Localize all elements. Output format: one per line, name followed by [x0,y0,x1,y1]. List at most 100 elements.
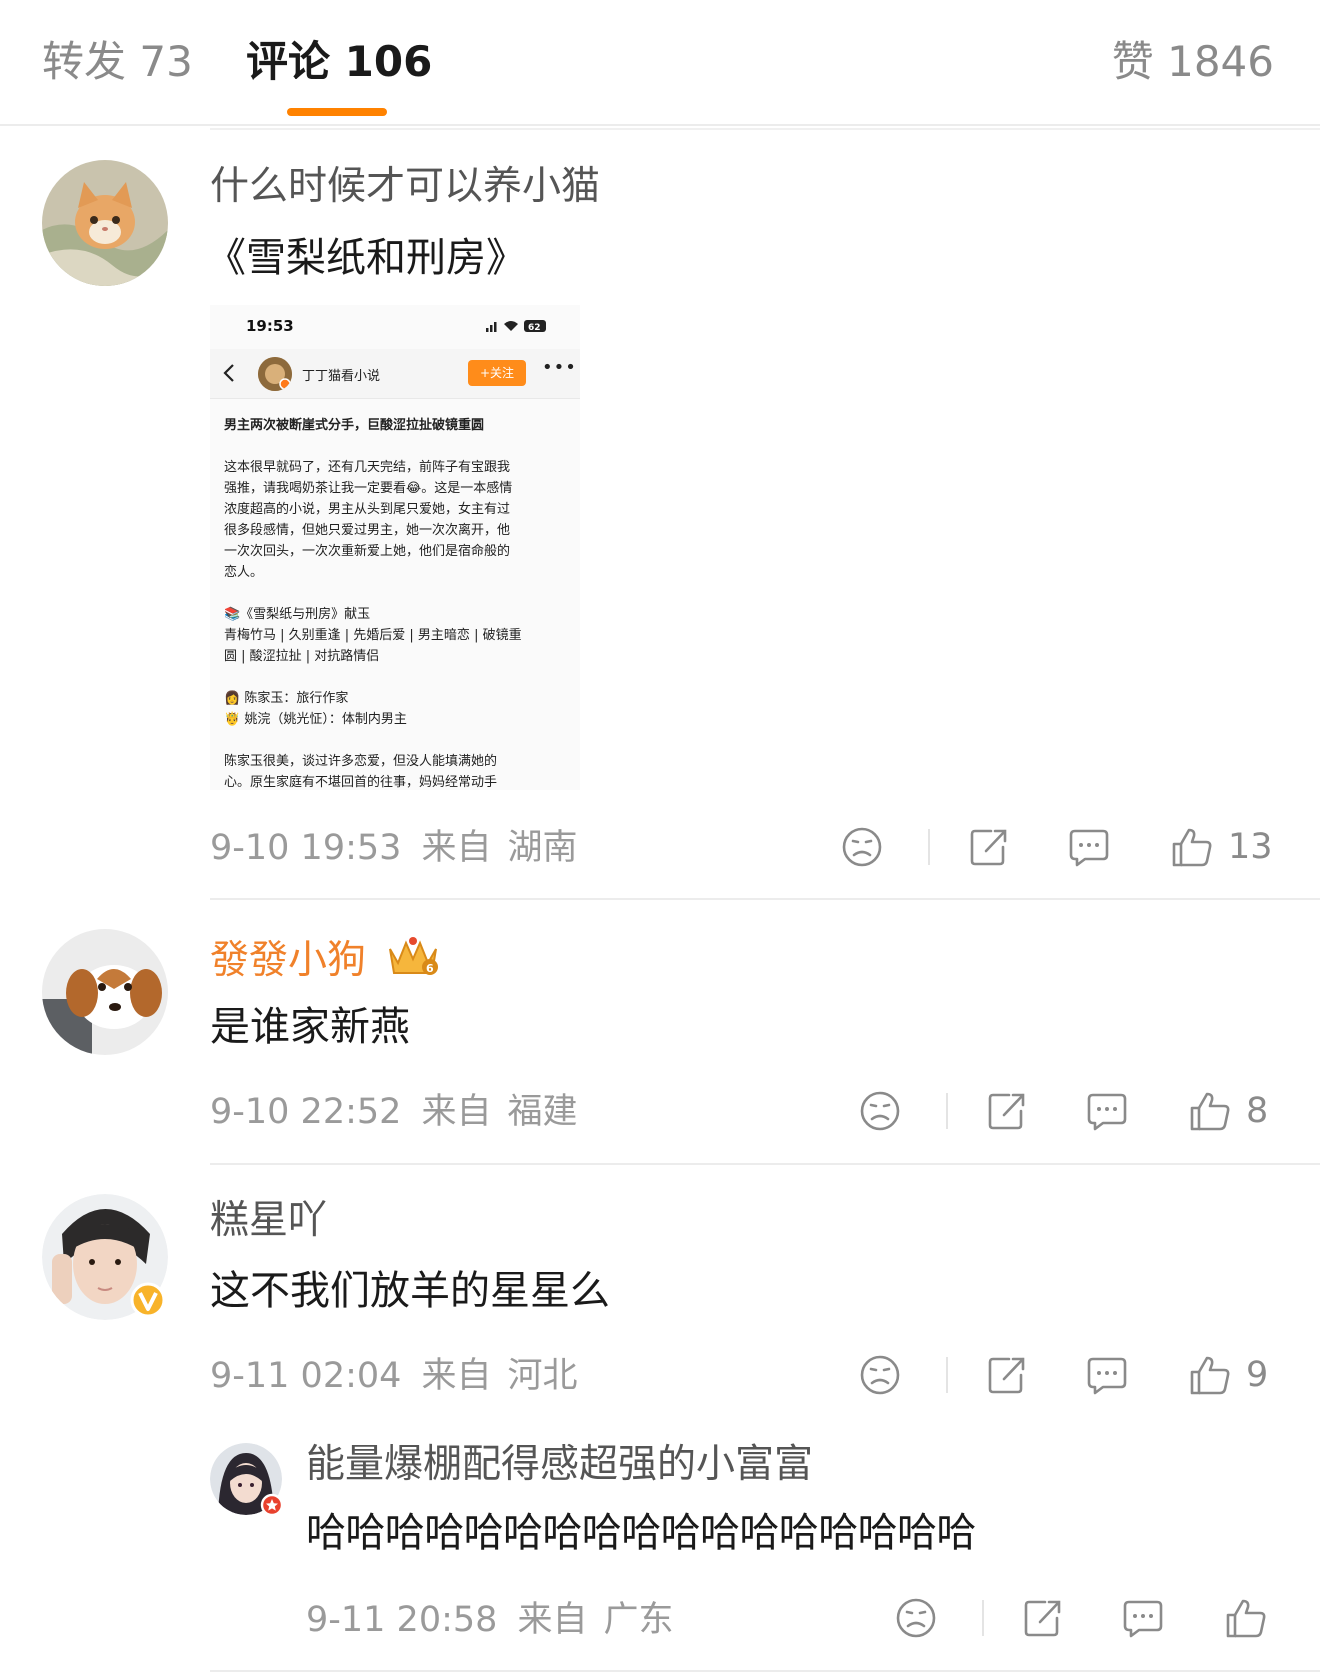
tab-comments[interactable]: 评论 106 [246,36,432,88]
sad-face-icon [896,1598,936,1638]
like-button[interactable]: 13 [1170,823,1273,871]
avatar-dog[interactable] [42,929,168,1055]
sad-face-icon [860,1355,900,1395]
comment-from: 来自 [421,1356,492,1396]
sad-face-icon [860,1091,900,1131]
username[interactable]: 糕星吖 [210,1197,327,1245]
comment-text: 哈哈哈哈哈哈哈哈哈哈哈哈哈哈哈哈哈 [306,1510,976,1556]
comment-from: 来自 [517,1600,588,1640]
like-count: 13 [1228,827,1273,867]
comment-date: 9-11 20:58 [306,1600,498,1640]
comment-tabs: 转发 73 评论 106 赞 1846 [0,0,1320,126]
comment-meta: 9-11 02:04 来自 河北 [210,1354,577,1398]
comment-meta: 9-10 22:52 来自 福建 [210,1090,577,1134]
action-separator [982,1600,984,1636]
crown-badge-icon: 6 [389,937,439,975]
reply-button[interactable] [1067,823,1111,871]
like-count: 9 [1246,1355,1269,1395]
comment-date: 9-10 22:52 [210,1092,402,1132]
post-paragraph: 陈家玉很美，谈过许多恋爱，但没人能填满她的 心。原生家庭有不堪回首的往事，妈妈经… [224,754,498,790]
like-count: 8 [1246,1091,1269,1131]
share-icon [988,1093,1025,1130]
sad-face-icon [842,827,882,867]
share-button[interactable] [967,823,1011,871]
username[interactable]: 什么时候才可以养小猫 [210,163,600,211]
comment-text: 这不我们放羊的星星么 [210,1268,610,1314]
like-button[interactable]: 9 [1188,1351,1268,1399]
username[interactable]: 能量爆棚配得感超强的小富富 [306,1441,813,1489]
like-button[interactable] [1224,1594,1268,1642]
comment-location: 广东 [603,1600,674,1640]
comment-meta: 9-11 20:58 来自 广东 [306,1598,673,1642]
action-separator [928,829,930,865]
post-paragraph: 这本很早就码了，还有几天完结，前阵子有宝跟我 强推，请我喝奶茶让我一定要看😂。这… [224,460,513,580]
action-separator [946,1357,948,1393]
comment-text: 是谁家新燕 [210,1004,410,1050]
reply-button[interactable] [1085,1351,1129,1399]
comment-divider [210,1670,1320,1672]
svg-text:62: 62 [528,323,541,333]
post-book: 📚《雪梨纸与刑房》献玉 青梅竹马 | 久别重逢 | 先婚后爱 | 男主暗恋 | … [224,607,522,664]
username[interactable]: 發發小狗 6 [210,933,442,985]
comment-divider [210,1163,1320,1165]
back-icon [223,364,234,382]
thumbs-up-icon [1190,1092,1230,1131]
comment-location: 福建 [507,1092,578,1132]
comment-icon [1069,829,1109,867]
dislike-button[interactable] [858,1351,902,1399]
avatar-girl[interactable] [210,1443,284,1517]
signal-wifi-battery-icon: 62 [486,320,546,333]
post-title: 男主两次被断崖式分手，巨酸涩拉扯破镜重圆 [224,418,485,433]
tab-reposts[interactable]: 转发 73 [42,36,193,88]
share-icon [970,829,1007,866]
verified-badge-icon [130,1282,166,1318]
share-button[interactable] [1021,1594,1065,1642]
share-icon [1024,1600,1061,1637]
comment-divider [210,898,1320,900]
comment-text: 《雪梨纸和刑房》 [206,235,526,281]
username-text: 發發小狗 [210,938,367,983]
thumbs-up-icon [1226,1599,1266,1638]
dislike-button[interactable] [840,823,884,871]
member-badge-icon [260,1493,284,1517]
image-post-body: 男主两次被断崖式分手，巨酸涩拉扯破镜重圆 这本很早就码了，还有几天完结，前阵子有… [224,415,569,790]
comment-actions [894,1594,1314,1642]
share-button[interactable] [985,1351,1029,1399]
comment-actions: 13 [840,823,1280,871]
active-tab-indicator [287,108,387,116]
post-characters: 👩 陈家玉：旅行作家 🤴 姚浣（姚光怔）：体制内男主 [224,691,407,727]
reply-button[interactable] [1121,1594,1165,1642]
thumbs-up-icon [1172,828,1212,867]
comment-icon [1087,1093,1127,1131]
comment-actions: 9 [858,1351,1280,1399]
tab-likes[interactable]: 赞 1846 [1112,36,1274,88]
comment-actions: 8 [858,1087,1280,1135]
action-separator [946,1093,948,1129]
dislike-button[interactable] [858,1087,902,1135]
thumbs-up-icon [1190,1356,1230,1395]
account-avatar [258,357,292,391]
account-name: 丁丁猫看小说 [302,369,381,384]
comment-from: 来自 [421,828,492,868]
like-button[interactable]: 8 [1188,1087,1268,1135]
more-icon: ••• [542,357,577,378]
follow-button: +关注 [468,360,526,386]
comment-icon [1123,1600,1163,1638]
reply-button[interactable] [1085,1087,1129,1135]
avatar-boy[interactable] [42,1194,168,1320]
comment-location: 湖南 [507,828,578,868]
comment-date: 9-10 19:53 [210,828,402,868]
header-divider [210,128,1320,130]
comment-location: 河北 [507,1356,578,1396]
comment-image[interactable]: 19:53 62 丁丁猫看小说 +关注 ••• 男主两次被断崖式分手，巨酸涩拉扯… [210,305,580,790]
avatar-cat[interactable] [42,160,168,286]
image-status-time: 19:53 [246,317,294,335]
comment-date: 9-11 02:04 [210,1356,402,1396]
image-nav-bar: 丁丁猫看小说 +关注 ••• [210,349,580,399]
share-button[interactable] [985,1087,1029,1135]
dislike-button[interactable] [894,1594,938,1642]
share-icon [988,1357,1025,1394]
comment-from: 来自 [421,1092,492,1132]
svg-text:6: 6 [426,962,434,975]
comment-meta: 9-10 19:53 来自 湖南 [210,826,577,870]
